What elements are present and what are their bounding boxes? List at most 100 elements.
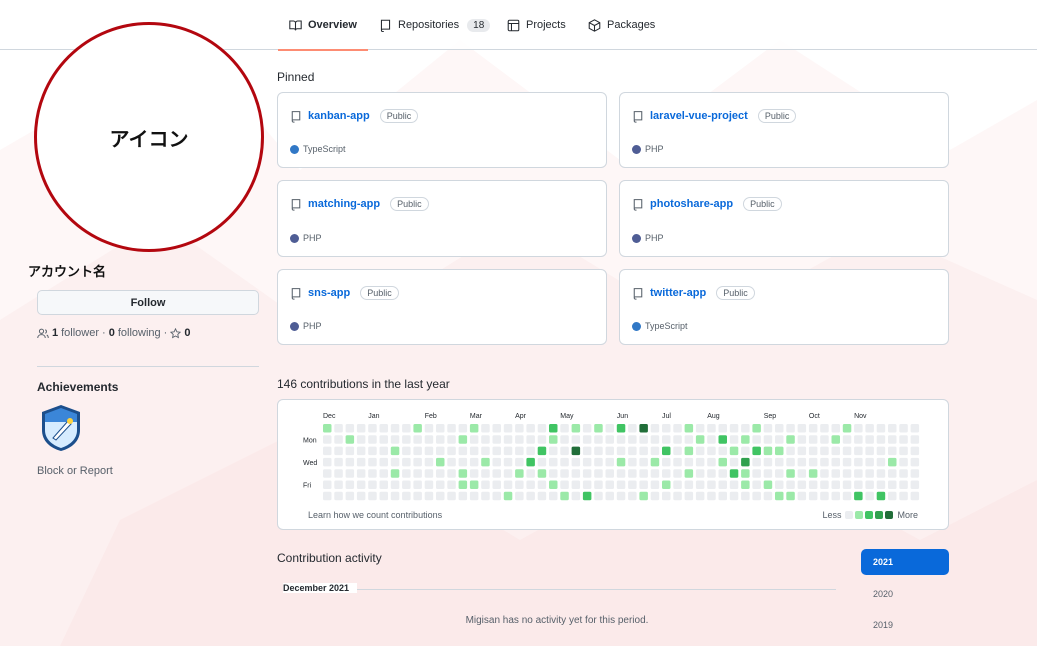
contribution-day[interactable] [458,446,468,456]
contribution-day[interactable] [684,469,694,478]
contribution-day[interactable] [582,424,592,433]
contribution-day[interactable] [854,424,863,433]
contribution-day[interactable] [752,491,761,501]
contribution-day[interactable] [842,457,852,467]
contribution-day[interactable] [628,491,637,501]
contribution-day[interactable] [831,424,841,433]
contribution-day[interactable] [492,435,502,444]
contribution-day[interactable] [831,480,841,490]
contribution-day[interactable] [842,480,852,490]
contribution-day[interactable] [503,457,513,467]
contribution-day[interactable] [436,491,445,501]
contribution-day[interactable] [526,457,535,467]
contribution-day[interactable] [616,480,626,490]
contribution-day[interactable] [628,480,637,490]
contribution-day[interactable] [616,446,626,456]
contribution-day[interactable] [469,457,479,467]
contribution-day[interactable] [707,469,716,478]
contribution-day[interactable] [481,457,490,467]
contribution-day[interactable] [718,424,728,433]
contribution-day[interactable] [560,446,569,456]
contribution-day[interactable] [481,469,490,478]
contribution-day[interactable] [639,424,648,433]
contribution-day[interactable] [458,424,468,433]
contribution-day[interactable] [808,480,818,490]
contribution-day[interactable] [876,424,886,433]
contribution-day[interactable] [695,424,705,433]
contribution-day[interactable] [820,424,829,433]
contribution-day[interactable] [786,457,795,467]
contribution-day[interactable] [334,469,343,478]
contribution-day[interactable] [424,424,434,433]
contribution-day[interactable] [481,491,490,501]
contribution-day[interactable] [910,491,920,501]
contribution-day[interactable] [549,446,558,456]
contribution-day[interactable] [323,457,332,467]
contribution-day[interactable] [356,480,366,490]
contribution-day[interactable] [842,469,852,478]
contribution-day[interactable] [820,491,829,501]
contribution-day[interactable] [695,480,705,490]
contribution-day[interactable] [808,446,818,456]
contribution-day[interactable] [616,435,626,444]
contribution-day[interactable] [402,457,411,467]
contribution-day[interactable] [616,457,626,467]
contribution-day[interactable] [650,424,660,433]
contribution-day[interactable] [323,446,332,456]
contribution-day[interactable] [684,480,694,490]
contribution-day[interactable] [910,424,920,433]
contribution-day[interactable] [763,424,773,433]
contribution-day[interactable] [368,424,377,433]
contribution-day[interactable] [356,446,366,456]
contribution-day[interactable] [695,457,705,467]
contribution-day[interactable] [741,480,750,490]
contribution-day[interactable] [763,491,773,501]
contribution-day[interactable] [673,457,682,467]
contribution-day[interactable] [503,469,513,478]
contribution-day[interactable] [368,469,377,478]
contribution-day[interactable] [831,469,841,478]
contribution-day[interactable] [492,457,502,467]
contribution-day[interactable] [402,446,411,456]
contribution-day[interactable] [797,435,807,444]
contribution-day[interactable] [718,480,728,490]
contribution-day[interactable] [888,424,897,433]
contribution-day[interactable] [368,480,377,490]
contribution-day[interactable] [526,469,535,478]
contribution-day[interactable] [345,480,355,490]
contribution-day[interactable] [639,446,648,456]
contribution-day[interactable] [854,480,863,490]
contribution-day[interactable] [775,469,784,478]
contribution-day[interactable] [436,424,445,433]
contribution-day[interactable] [820,457,829,467]
contribution-day[interactable] [436,480,445,490]
contribution-day[interactable] [729,446,739,456]
contribution-day[interactable] [503,424,513,433]
contribution-day[interactable] [775,446,784,456]
contribution-day[interactable] [594,424,603,433]
contribution-day[interactable] [582,491,592,501]
contribution-day[interactable] [402,469,411,478]
contribution-day[interactable] [447,457,456,467]
contribution-day[interactable] [515,457,524,467]
contribution-day[interactable] [741,457,750,467]
contribution-day[interactable] [695,491,705,501]
contribution-day[interactable] [808,435,818,444]
contribution-day[interactable] [628,469,637,478]
contribution-day[interactable] [899,469,908,478]
contribution-day[interactable] [876,480,886,490]
contribution-day[interactable] [842,435,852,444]
contribution-day[interactable] [537,457,547,467]
contribution-day[interactable] [436,457,445,467]
year-filter-2019[interactable]: 2019 [861,612,949,638]
contribution-day[interactable] [628,435,637,444]
contribution-day[interactable] [876,491,886,501]
contribution-day[interactable] [752,435,761,444]
contribution-day[interactable] [368,446,377,456]
repo-name-link[interactable]: photoshare-app [650,198,733,210]
contribution-day[interactable] [662,424,671,433]
contribution-day[interactable] [808,424,818,433]
contribution-day[interactable] [549,424,558,433]
contribution-day[interactable] [537,424,547,433]
contribution-day[interactable] [458,480,468,490]
